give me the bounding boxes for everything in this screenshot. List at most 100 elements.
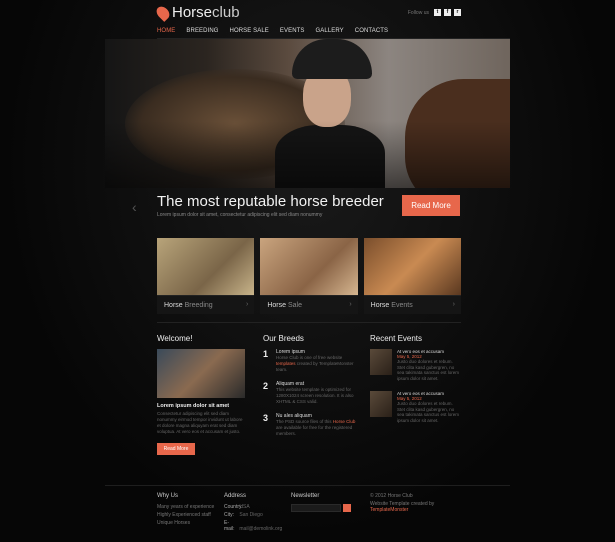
address-key: City: bbox=[224, 512, 234, 518]
breed-number: 2 bbox=[263, 381, 269, 391]
events-section: Recent Events At vero eos et accusam May… bbox=[370, 334, 462, 433]
breed-text: This website template is optimized for 1… bbox=[276, 387, 354, 404]
nav-events[interactable]: EVENTS bbox=[280, 28, 305, 34]
nav-horse-sale[interactable]: HORSE SALE bbox=[230, 28, 269, 34]
logo-thin: club bbox=[212, 4, 240, 21]
address-value: San Diego bbox=[239, 512, 263, 518]
welcome-heading: Welcome! bbox=[157, 334, 193, 343]
tile-label-rest: Breeding bbox=[184, 302, 213, 309]
hero-read-more-button[interactable]: Read More bbox=[402, 195, 460, 216]
welcome-image bbox=[157, 349, 245, 398]
breed-text: Horse Club is one of free website templa… bbox=[276, 355, 358, 373]
tile-bar: Horse Events › bbox=[363, 295, 461, 314]
hero-caption: The most reputable horse breeder Lorem i… bbox=[157, 193, 384, 218]
address-row: E-mail: mail@demolink.org bbox=[224, 520, 284, 532]
logo-bold: Horse bbox=[172, 4, 213, 21]
credit-text: Website Template created by TemplateMons… bbox=[370, 501, 462, 513]
breed-number: 3 bbox=[263, 413, 269, 423]
nav-gallery[interactable]: GALLERY bbox=[316, 28, 344, 34]
footer-newsletter: Newsletter bbox=[291, 493, 353, 512]
event-body: Justo duo dolores et rebum. Stet clita k… bbox=[397, 401, 460, 423]
follow-label: Follow us bbox=[407, 9, 429, 16]
event-item[interactable]: At vero eos et accusam May 5, 2012 Justo… bbox=[370, 391, 462, 423]
event-thumbnail bbox=[370, 349, 392, 375]
newsletter-submit-button[interactable] bbox=[343, 504, 351, 512]
footer-why-item[interactable]: Unique Horses bbox=[157, 520, 217, 526]
breeds-heading: Our Breeds bbox=[263, 334, 304, 343]
events-heading: Recent Events bbox=[370, 334, 423, 343]
address-value: USA bbox=[239, 504, 250, 510]
hero-shade bbox=[105, 39, 510, 188]
welcome-section: Welcome! Lorem ipsum dolor sit amet Cons… bbox=[157, 334, 247, 455]
breed-link[interactable]: templates bbox=[276, 361, 296, 366]
feature-tiles: Horse Breeding › Horse Sale › Horse Even… bbox=[157, 238, 461, 314]
chevron-right-icon: › bbox=[452, 301, 455, 308]
tile-label: Horse Sale bbox=[267, 302, 302, 309]
logo-text: Horseclub bbox=[172, 4, 240, 21]
footer-why-item[interactable]: Many years of experience bbox=[157, 504, 217, 510]
credit-link[interactable]: TemplateMonster bbox=[370, 507, 408, 513]
hero-subtitle: Lorem ipsum dolor sit amet, consectetur … bbox=[157, 212, 323, 218]
welcome-body: Consectetur adipiscing elit sed diam non… bbox=[157, 411, 243, 434]
footer-why-us: Why Us Many years of experience Highly E… bbox=[157, 493, 217, 528]
breed-item: 2 Aliquam erat This website template is … bbox=[263, 381, 358, 405]
chevron-right-icon: › bbox=[245, 301, 249, 308]
address-row: Country: USA bbox=[224, 504, 284, 510]
address-value[interactable]: mail@demolink.org bbox=[239, 526, 282, 532]
hero-image bbox=[105, 39, 510, 188]
tile-label-rest: Sale bbox=[287, 302, 302, 309]
footer-why-item[interactable]: Highly Experienced staff bbox=[157, 512, 217, 518]
footer-divider bbox=[105, 485, 510, 486]
tile-label-bold: Horse bbox=[267, 302, 287, 309]
rss-icon[interactable]: r bbox=[454, 9, 461, 16]
nav-breeding[interactable]: BREEDING bbox=[186, 28, 218, 34]
address-key: E-mail: bbox=[224, 520, 235, 532]
event-body: Justo duo dolores et rebum. Stet clita k… bbox=[397, 359, 460, 381]
breed-number: 1 bbox=[263, 349, 269, 359]
footer-newsletter-heading: Newsletter bbox=[291, 493, 320, 499]
tile-label-rest: Events bbox=[391, 302, 413, 309]
twitter-icon[interactable]: t bbox=[434, 9, 441, 16]
horse-head-icon bbox=[154, 3, 172, 22]
breed-text: The PSD source files of this Horse Club … bbox=[276, 419, 358, 437]
nav-contacts[interactable]: CONTACTS bbox=[355, 28, 388, 34]
tile-horse-breeding[interactable]: Horse Breeding › bbox=[157, 238, 255, 314]
social-links: Follow us t f r bbox=[408, 9, 461, 16]
breed-link[interactable]: Horse Club bbox=[333, 419, 356, 424]
welcome-read-more-button[interactable]: Read More bbox=[157, 443, 195, 455]
event-item[interactable]: At vero eos et accusam May 5, 2012 Justo… bbox=[370, 349, 462, 381]
welcome-subheading: Lorem ipsum dolor sit amet bbox=[157, 403, 230, 409]
page: Horseclub Follow us t f r HOME BREEDING … bbox=[0, 0, 615, 542]
tile-bar: Horse Breeding › bbox=[157, 295, 255, 314]
hero-title: The most reputable horse breeder bbox=[157, 193, 384, 210]
breeds-section: Our Breeds 1 Lorem ipsum Horse Club is o… bbox=[263, 334, 358, 445]
chevron-right-icon: › bbox=[349, 301, 352, 308]
newsletter-form bbox=[291, 504, 353, 512]
tile-label-bold: Horse bbox=[164, 302, 183, 309]
footer-address: Address Country: USA City: San Diego E-m… bbox=[224, 493, 284, 534]
main-nav: HOME BREEDING HORSE SALE EVENTS GALLERY … bbox=[157, 28, 388, 34]
tile-image bbox=[260, 238, 358, 295]
tile-label: Horse Breeding bbox=[164, 302, 213, 309]
tile-label-bold: Horse bbox=[370, 302, 390, 309]
footer-why-heading: Why Us bbox=[157, 493, 178, 499]
tile-image bbox=[363, 238, 461, 295]
nav-home[interactable]: HOME bbox=[157, 28, 175, 34]
footer-copyright: © 2012 Horse Club Website Template creat… bbox=[370, 493, 462, 515]
tile-horse-events[interactable]: Horse Events › bbox=[363, 238, 461, 314]
logo[interactable]: Horseclub bbox=[154, 3, 240, 22]
newsletter-email-input[interactable] bbox=[291, 504, 341, 512]
copyright-text: © 2012 Horse Club bbox=[370, 493, 413, 499]
breed-item: 1 Lorem ipsum Horse Club is one of free … bbox=[263, 349, 358, 373]
facebook-icon[interactable]: f bbox=[444, 9, 451, 16]
event-thumbnail bbox=[370, 391, 392, 417]
slider-prev-icon[interactable]: ‹ bbox=[132, 199, 137, 215]
section-divider bbox=[157, 322, 461, 323]
header: Horseclub Follow us t f r bbox=[154, 0, 461, 26]
tile-image bbox=[157, 238, 255, 295]
address-row: City: San Diego bbox=[224, 512, 284, 518]
breed-text-a: The PSD source files of this bbox=[276, 419, 332, 424]
address-key: Country: bbox=[224, 504, 243, 510]
breed-text-b: are available for free for the registere… bbox=[276, 425, 353, 436]
tile-horse-sale[interactable]: Horse Sale › bbox=[260, 238, 358, 314]
